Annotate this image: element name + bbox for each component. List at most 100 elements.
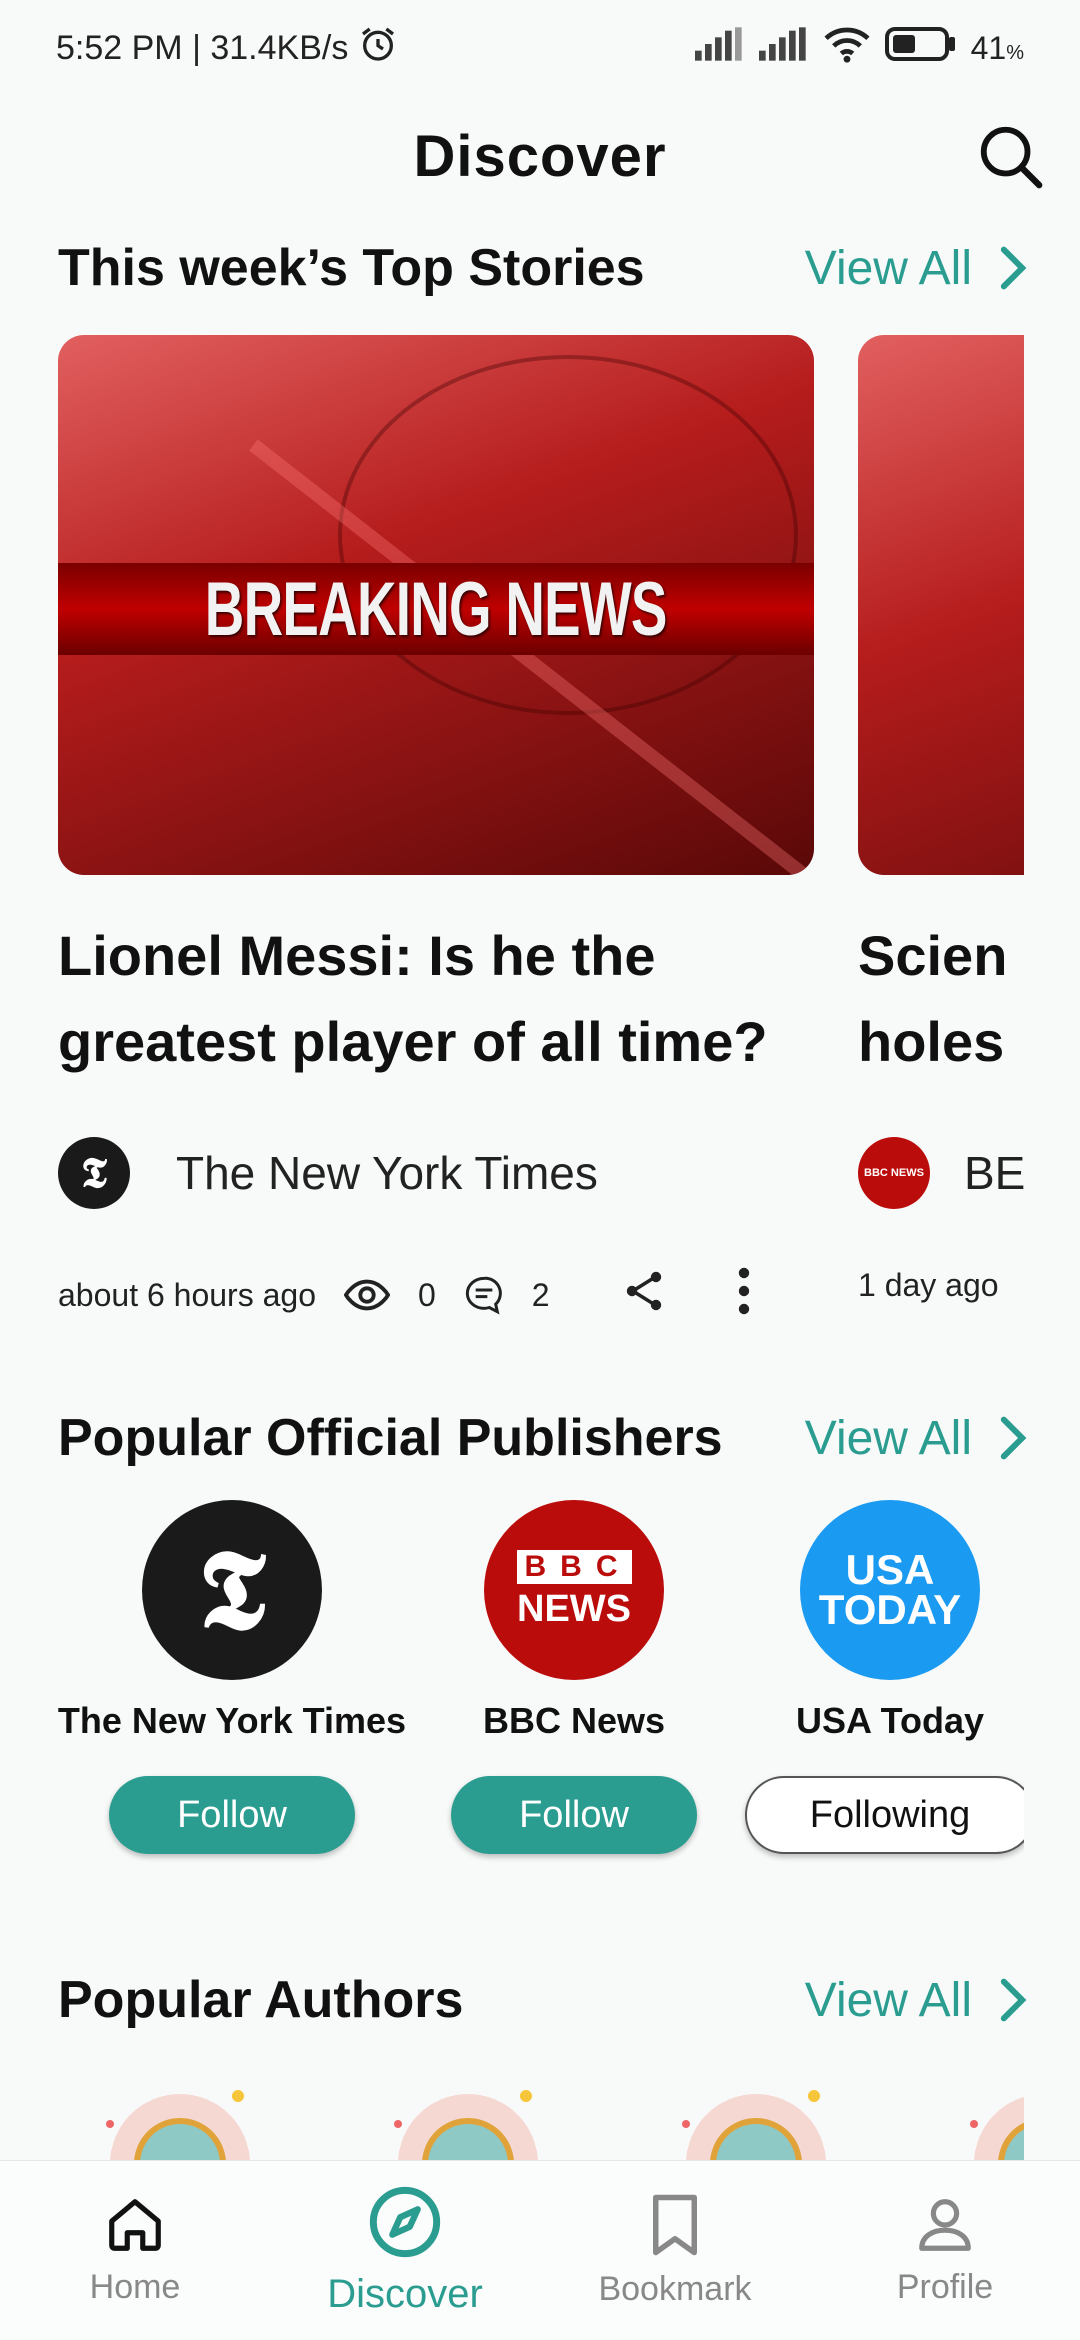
nav-profile-label: Profile	[896, 2268, 994, 2306]
publisher-avatar[interactable]: USA TODAY	[800, 1500, 980, 1680]
story-time: 1 day ago	[858, 1267, 999, 1303]
page-title: Discover	[413, 123, 667, 189]
bbc-logo: BBC	[516, 1549, 632, 1584]
battery-value: 41	[970, 29, 1007, 66]
publisher-logo: 𝕿	[58, 1137, 130, 1209]
follow-button[interactable]: Follow	[451, 1776, 697, 1854]
home-icon	[109, 2199, 161, 2251]
search-button[interactable]	[972, 118, 1048, 194]
story-meta: about 6 hours ago 0 2	[58, 1267, 828, 1323]
publisher-name: BE	[964, 1147, 1024, 1199]
search-icon	[980, 126, 1043, 189]
story-title-line1: Lionel Messi: Is he the	[58, 924, 656, 987]
view-all-label: View All	[804, 241, 972, 295]
battery-suffix: %	[1006, 41, 1024, 64]
chevron-right-icon	[1000, 1978, 1027, 2022]
publisher-avatar[interactable]: 𝕿	[142, 1500, 322, 1680]
publisher-avatar[interactable]: BBC NEWS	[484, 1500, 664, 1680]
image-decoration	[338, 355, 798, 715]
publishers-list[interactable]: 𝕿 The New York Times Follow BBC NEWS BBC…	[0, 1500, 1024, 1870]
share-icon	[626, 1271, 661, 1311]
compass-icon	[369, 2186, 441, 2258]
views-count: 0	[417, 1276, 436, 1313]
story-title[interactable]: Scien holes	[858, 913, 1024, 1085]
publisher-name: BBC News	[482, 1700, 666, 1741]
following-button[interactable]: Following	[745, 1776, 1024, 1854]
image-banner-text: BREAKING NEWS	[205, 566, 668, 652]
story-card[interactable]: Scien holes BBC NEWS BE 1 day ago	[858, 335, 1024, 1304]
publisher-name: The New York Times	[176, 1147, 598, 1199]
publisher-name: USA Today	[795, 1700, 984, 1741]
publishers-view-all[interactable]: View All	[805, 1411, 1028, 1466]
signal-icon-2	[758, 26, 809, 70]
author-avatar[interactable]	[970, 2094, 1024, 2160]
author-avatar[interactable]	[394, 2090, 538, 2160]
publishers-title: Popular Official Publishers	[58, 1409, 723, 1467]
comments-count: 2	[531, 1276, 550, 1313]
story-title-line2: greatest player of all time?	[58, 1010, 768, 1073]
publisher-logo-glyph: 𝕿	[81, 1148, 107, 1197]
nav-home-label: Home	[89, 2268, 181, 2306]
bbc-logo-news: NEWS	[517, 1587, 631, 1630]
story-publisher[interactable]: 𝕿 The New York Times	[58, 1137, 828, 1209]
status-time-speed: 5:52 PM | 31.4KB/s	[56, 28, 349, 67]
eye-icon	[343, 1279, 390, 1311]
view-all-label: View All	[804, 1411, 972, 1465]
nav-discover[interactable]: Discover	[270, 2161, 540, 2340]
publisher-logo: BBC NEWS	[858, 1137, 930, 1209]
story-image[interactable]: BREAKING NEWS	[58, 335, 814, 875]
usa-logo-bottom: TODAY	[818, 1586, 962, 1633]
story-title-line1: Scien	[858, 924, 1008, 987]
battery-icon	[884, 26, 957, 70]
authors-view-all[interactable]: View All	[805, 1973, 1028, 2028]
nav-profile[interactable]: Profile	[810, 2161, 1080, 2340]
view-all-label: View All	[804, 1973, 972, 2027]
image-banner: BREAKING NEWS	[58, 563, 814, 655]
authors-header: Popular Authors View All	[58, 1960, 1028, 2040]
top-stories-view-all[interactable]: View All	[805, 241, 1028, 296]
story-meta: 1 day ago	[858, 1267, 1024, 1304]
story-title[interactable]: Lionel Messi: Is he the greatest player …	[58, 913, 828, 1085]
chevron-right-icon	[1000, 1416, 1027, 1460]
wifi-icon	[823, 25, 871, 72]
publisher-logo-glyph: BBC NEWS	[864, 1166, 924, 1179]
status-right: 41%	[694, 25, 1024, 72]
nav-bookmark[interactable]: Bookmark	[540, 2161, 810, 2340]
author-avatar[interactable]	[682, 2090, 826, 2160]
authors-title: Popular Authors	[58, 1971, 464, 2029]
usa-logo-top: USA	[845, 1546, 935, 1593]
author-avatar[interactable]	[106, 2090, 250, 2160]
nav-discover-label: Discover	[327, 2272, 483, 2316]
story-image[interactable]	[858, 335, 1024, 875]
signal-icon	[694, 26, 745, 70]
publisher-item[interactable]: 𝕿 The New York Times Follow	[42, 1500, 422, 1854]
comment-icon	[465, 1276, 502, 1315]
story-publisher[interactable]: BBC NEWS BE	[858, 1137, 1024, 1209]
publisher-name: The New York Times	[57, 1700, 407, 1741]
nyt-logo: 𝕿	[198, 1524, 266, 1654]
top-stories-carousel[interactable]: BREAKING NEWS Lionel Messi: Is he the gr…	[0, 335, 1024, 1345]
bbc-logo-text: BBC	[516, 1549, 632, 1584]
alarm-icon	[358, 24, 398, 73]
top-stories-title: This week’s Top Stories	[58, 239, 645, 297]
chevron-right-icon	[1000, 246, 1027, 290]
battery-percent: 41%	[971, 30, 1024, 67]
story-card[interactable]: BREAKING NEWS Lionel Messi: Is he the gr…	[58, 335, 828, 1323]
profile-icon	[919, 2199, 971, 2251]
authors-list[interactable]	[0, 2080, 1024, 2160]
publishers-header: Popular Official Publishers View All	[58, 1398, 1028, 1478]
story-time: about 6 hours ago	[58, 1276, 316, 1313]
bottom-nav: Home Discover Bookmark Profile	[0, 2160, 1080, 2340]
bookmark-icon	[653, 2194, 697, 2256]
app-header: Discover	[0, 96, 1080, 216]
story-title-line2: holes	[858, 1010, 1005, 1073]
more-button[interactable]	[736, 1267, 752, 1323]
top-stories-header: This week’s Top Stories View All	[58, 228, 1028, 308]
status-left: 5:52 PM | 31.4KB/s	[56, 24, 398, 73]
nav-bookmark-label: Bookmark	[598, 2270, 752, 2308]
follow-button[interactable]: Follow	[109, 1776, 355, 1854]
more-vertical-icon	[738, 1267, 749, 1315]
publisher-item[interactable]: USA TODAY USA Today Following	[700, 1500, 1024, 1854]
share-button[interactable]	[620, 1267, 668, 1323]
nav-home[interactable]: Home	[0, 2161, 270, 2340]
